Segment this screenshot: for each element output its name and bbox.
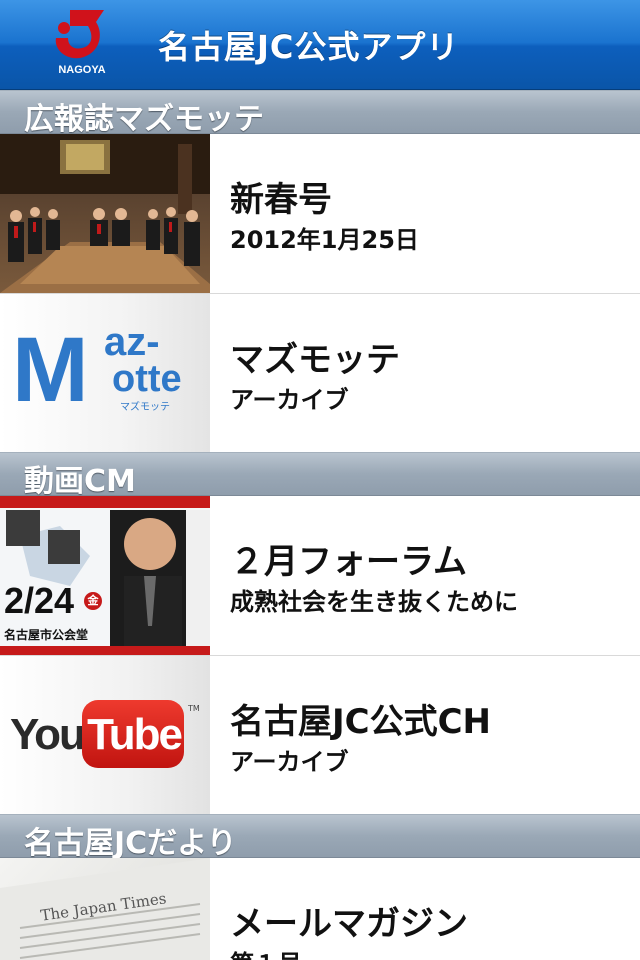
row-subtitle: 第１号 [230, 944, 302, 960]
page-title: 名古屋JC公式アプリ [158, 28, 460, 66]
maz-motte-kana: マズモッテ [120, 402, 170, 413]
maz-motte-top: az- [104, 320, 160, 364]
youtube-tube: Tube [87, 710, 183, 759]
poster-date: 2/24 [4, 580, 75, 621]
forum-poster-thumbnail: 2/24 金 名古屋市公会堂 [0, 496, 210, 655]
section-title: 広報誌マズモッテ [24, 102, 264, 137]
navigation-bar: NAGOYA 名古屋JC公式アプリ [0, 0, 640, 90]
row-subtitle: 成熟社会を生き抜くために [230, 588, 518, 616]
poster-day: 金 [84, 592, 102, 610]
list-item-shinshun[interactable]: 新春号 2012年1月25日 [0, 134, 640, 294]
row-title: 新春号 [230, 180, 332, 220]
list-item-mazmotte-archive[interactable]: M az- otte マズモッテ マズモッテ アーカイブ [0, 294, 640, 454]
youtube-logo-thumbnail: You Tube TM [0, 656, 210, 815]
maz-motte-bottom: otte [112, 358, 182, 400]
row-subtitle: アーカイブ [230, 386, 349, 414]
row-title: 名古屋JC公式CH [230, 702, 492, 742]
row-subtitle: アーカイブ [230, 748, 349, 776]
maz-motte-logo-thumbnail: M az- otte マズモッテ [0, 294, 210, 453]
row-title: ２月フォーラム [230, 542, 467, 582]
row-title: メールマガジン [230, 904, 468, 944]
section-header-douga: 動画CM [0, 452, 640, 499]
row-subtitle: 2012年1月25日 [230, 226, 419, 254]
section-header-dayori: 名古屋JCだより [0, 814, 640, 861]
newspaper-photo-thumbnail: The Japan Times [0, 858, 210, 960]
maz-motte-m: M [12, 319, 89, 421]
nagoya-jc-logo-icon: NAGOYA [50, 8, 114, 80]
list-item-mail-magazine[interactable]: The Japan Times メールマガジン 第１号 [0, 858, 640, 960]
list-item-official-channel[interactable]: You Tube TM 名古屋JC公式CH アーカイブ [0, 656, 640, 816]
list-item-forum[interactable]: 2/24 金 名古屋市公会堂 ２月フォーラム 成熟社会を生き抜くために [0, 496, 640, 656]
section-title: 動画CM [24, 464, 136, 499]
row-title: マズモッテ [230, 340, 400, 380]
meeting-photo-thumbnail [0, 134, 210, 293]
youtube-you: You [10, 710, 86, 759]
section-header-koho: 広報誌マズモッテ [0, 90, 640, 137]
poster-venue: 名古屋市公会堂 [4, 628, 89, 642]
logo-caption: NAGOYA [58, 64, 106, 76]
youtube-tm: TM [188, 704, 200, 713]
section-title: 名古屋JCだより [24, 826, 237, 861]
